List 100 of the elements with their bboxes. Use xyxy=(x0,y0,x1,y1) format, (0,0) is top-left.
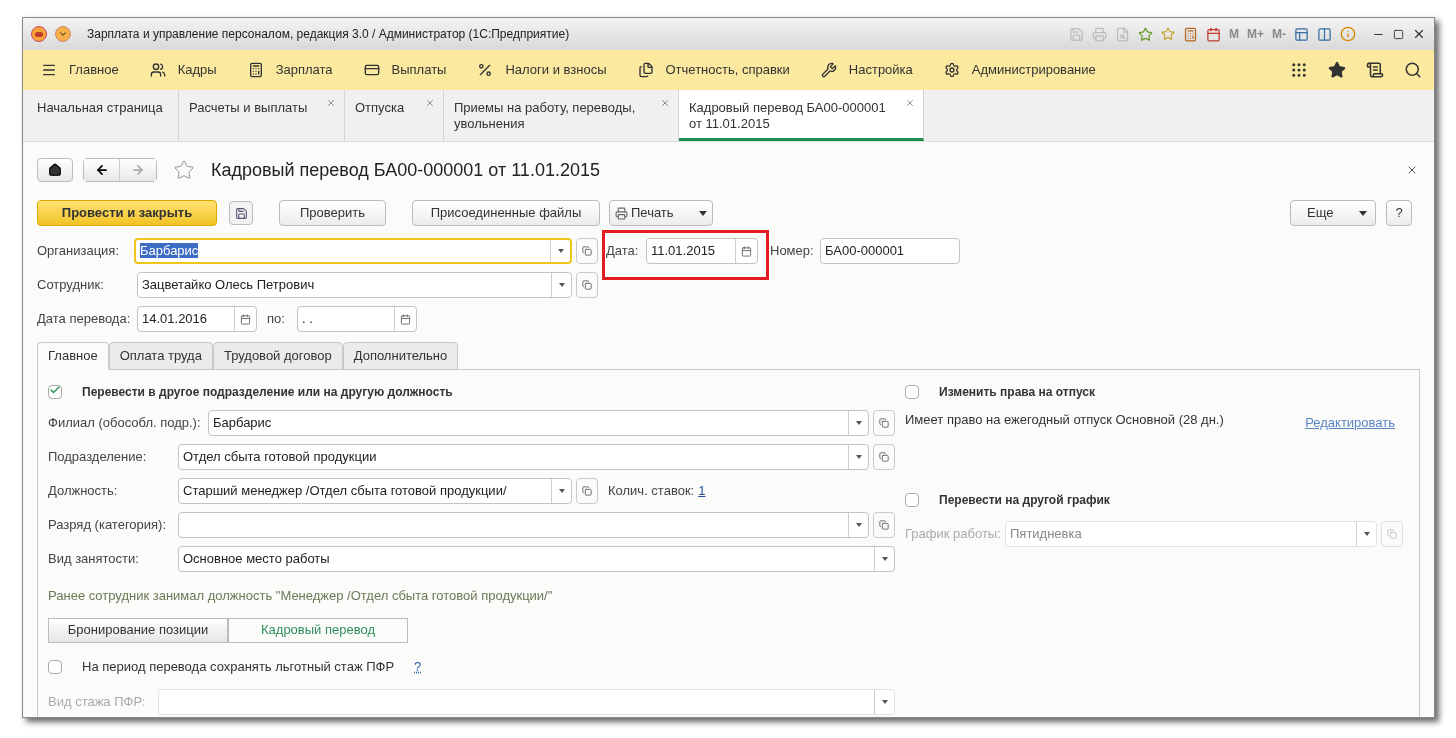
input-field[interactable]: 14.01.2016 xyxy=(137,306,257,332)
calendar-icon xyxy=(400,313,411,325)
open-icon xyxy=(582,280,592,290)
input-field[interactable]: Барбарис xyxy=(208,410,869,436)
attached-files-button[interactable]: Присоединенные файлы xyxy=(412,200,600,226)
documents-icon[interactable] xyxy=(637,62,654,78)
checkbox-label[interactable]: На период перевода сохранять льготный стаж ПФР xyxy=(82,656,395,677)
window-tab[interactable]: Отпуска xyxy=(345,90,444,141)
open-icon xyxy=(879,418,889,428)
rate-link[interactable]: 1 xyxy=(698,481,706,501)
section-link[interactable]: Зарплата xyxy=(275,60,333,80)
close-icon[interactable] xyxy=(1412,27,1426,41)
check-button[interactable]: Проверить xyxy=(279,200,386,226)
save-button[interactable] xyxy=(229,201,253,225)
home-button[interactable] xyxy=(37,158,73,182)
help-button[interactable]: ? xyxy=(1386,200,1412,226)
open-icon xyxy=(1387,529,1397,539)
open-icon xyxy=(879,520,889,530)
checkbox-label[interactable]: Перевести в другое подразделение или на другую должность xyxy=(82,383,453,401)
apps-icon[interactable] xyxy=(1290,61,1308,79)
field-label: Должность: xyxy=(48,482,119,501)
maximize-icon[interactable] xyxy=(1393,28,1404,40)
menu-icon[interactable] xyxy=(41,62,57,78)
field-label: Организация: xyxy=(37,242,121,261)
open-icon xyxy=(582,246,592,256)
input-field[interactable]: Барбарис xyxy=(134,238,572,264)
input-field[interactable]: БА00-000001 xyxy=(820,238,960,264)
checkbox[interactable] xyxy=(905,385,919,399)
input-field[interactable]: Отдел сбыта готовой продукции xyxy=(178,444,869,470)
field-label: Дата: xyxy=(606,242,640,261)
history-icon[interactable] xyxy=(1366,61,1384,79)
field-label: Вид занятости: xyxy=(48,550,140,569)
input-field[interactable] xyxy=(178,512,869,538)
checkbox[interactable] xyxy=(48,385,62,399)
open-button[interactable] xyxy=(873,512,895,538)
app-logo-icon xyxy=(31,26,47,42)
field-label: Дата перевода: xyxy=(37,310,132,329)
field-label: Подразделение: xyxy=(48,448,148,467)
star-icon[interactable] xyxy=(1138,26,1153,42)
input-field[interactable]: . . xyxy=(297,306,417,332)
wrench-icon[interactable] xyxy=(820,62,837,78)
percent-icon[interactable] xyxy=(477,62,494,78)
back-button[interactable] xyxy=(84,159,120,181)
close-icon[interactable] xyxy=(1406,164,1418,176)
section-link[interactable]: Главное xyxy=(69,60,119,80)
more-button[interactable]: Еще xyxy=(1290,200,1376,226)
split-view-icon[interactable] xyxy=(1317,26,1332,42)
windows-icon[interactable] xyxy=(1294,26,1309,42)
star-icon[interactable] xyxy=(173,159,195,181)
checkbox-label[interactable]: Изменить права на отпуск xyxy=(939,383,1095,401)
mode-button[interactable]: Бронирование позиции xyxy=(48,617,228,643)
input-field[interactable]: Старший менеджер /Отдел сбыта готовой продукции/ xyxy=(178,478,572,504)
calendar-icon xyxy=(240,313,251,325)
search-icon[interactable] xyxy=(1404,61,1422,79)
section-link[interactable]: Выплаты xyxy=(391,60,447,80)
mode-button[interactable]: Кадровый перевод xyxy=(228,617,408,643)
window-title: Зарплата и управление персоналом, редакция 3.0 / Администратор (1С:Предприятие) xyxy=(87,26,570,43)
input-field[interactable]: 11.01.2015 xyxy=(646,238,758,264)
app-menu-button[interactable] xyxy=(55,26,71,42)
input-field[interactable]: Зацветайко Олесь Петрович xyxy=(137,272,572,298)
section-link[interactable]: Настройка xyxy=(848,60,913,80)
window-tab[interactable]: Начальная страница xyxy=(27,90,179,141)
window-tab[interactable]: Расчеты и выплаты xyxy=(179,90,345,141)
form-tab[interactable]: Дополнительно xyxy=(342,342,459,370)
calendar-icon xyxy=(741,245,752,257)
open-button[interactable] xyxy=(576,478,598,504)
favorites-icon[interactable] xyxy=(1328,61,1346,79)
section-link[interactable]: Кадры xyxy=(177,60,217,80)
calculator-icon[interactable] xyxy=(247,62,264,78)
info-icon[interactable] xyxy=(1340,26,1356,42)
checkbox[interactable] xyxy=(905,493,919,507)
field-label: Сотрудник: xyxy=(37,276,105,295)
printer-icon xyxy=(615,206,628,220)
checkbox[interactable] xyxy=(48,659,62,674)
form-tab[interactable]: Оплата труда xyxy=(108,342,213,370)
people-icon[interactable] xyxy=(149,62,166,78)
forward-arrow-icon xyxy=(131,163,145,177)
section-link[interactable]: Администрирование xyxy=(971,60,1096,80)
open-button[interactable] xyxy=(873,444,895,470)
edit-link[interactable]: Редактировать xyxy=(1305,413,1395,433)
section-link[interactable]: Налоги и взносы xyxy=(505,60,607,80)
post-and-close-button[interactable]: Провести и закрыть xyxy=(37,200,217,226)
help-link[interactable]: ? xyxy=(414,656,422,677)
calendar-icon[interactable] xyxy=(1206,26,1221,42)
wallet-icon[interactable] xyxy=(363,62,380,78)
open-button[interactable] xyxy=(873,410,895,436)
window-tab[interactable]: Кадровый перевод БА00-000001 от 11.01.2015 xyxy=(679,90,924,141)
form-tab[interactable]: Трудовой договор xyxy=(212,342,343,370)
gear-icon[interactable] xyxy=(943,62,960,78)
open-button[interactable] xyxy=(576,238,598,264)
field-label: Вид стажа ПФР: xyxy=(48,692,147,711)
section-link[interactable]: Отчетность, справки xyxy=(665,60,790,80)
print-button[interactable]: Печать xyxy=(609,200,713,226)
input-field[interactable]: Основное место работы xyxy=(178,546,895,572)
form-tab[interactable]: Главное xyxy=(37,342,109,370)
document-title: Кадровый перевод БА00-000001 от 11.01.2015 xyxy=(211,158,600,182)
open-button[interactable] xyxy=(576,272,598,298)
checkbox-label[interactable]: Перевести на другой график xyxy=(939,491,1110,509)
bookmark-icon[interactable] xyxy=(1161,27,1175,41)
save-icon xyxy=(234,206,248,220)
